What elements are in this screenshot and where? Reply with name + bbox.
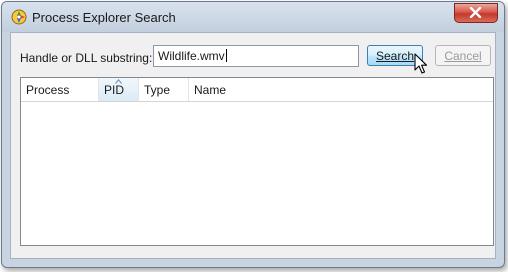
cancel-button-label: Cancel bbox=[444, 49, 482, 63]
column-header-process-label: Process bbox=[26, 83, 70, 97]
column-header-pid[interactable]: PID bbox=[99, 78, 139, 101]
close-icon bbox=[469, 7, 482, 18]
process-explorer-icon bbox=[10, 8, 28, 26]
window-title: Process Explorer Search bbox=[32, 10, 176, 25]
mouse-pointer-icon bbox=[414, 53, 428, 80]
title-bar[interactable]: Process Explorer Search bbox=[2, 2, 504, 32]
sort-ascending-icon bbox=[115, 79, 122, 84]
substring-label: Handle or DLL substring: bbox=[20, 51, 153, 65]
results-header: Process PID Type Name bbox=[21, 78, 493, 102]
column-header-name[interactable]: Name bbox=[189, 78, 493, 101]
close-button[interactable] bbox=[454, 3, 498, 23]
text-caret bbox=[225, 49, 227, 62]
column-header-process[interactable]: Process bbox=[21, 78, 99, 101]
dialog-client-area: Handle or DLL substring: Wildlife.wmv Se… bbox=[10, 32, 496, 259]
search-dialog: Process Explorer Search Handle or DLL su… bbox=[1, 1, 505, 268]
substring-input[interactable]: Wildlife.wmv bbox=[153, 45, 359, 67]
substring-input-value: Wildlife.wmv bbox=[158, 49, 225, 63]
column-header-type[interactable]: Type bbox=[139, 78, 189, 101]
cancel-button[interactable]: Cancel bbox=[435, 45, 491, 66]
search-button-label: Search bbox=[375, 49, 415, 63]
column-header-name-label: Name bbox=[194, 83, 227, 97]
column-header-type-label: Type bbox=[144, 83, 171, 97]
results-list[interactable]: Process PID Type Name bbox=[20, 77, 494, 246]
column-header-pid-label: PID bbox=[104, 83, 125, 97]
